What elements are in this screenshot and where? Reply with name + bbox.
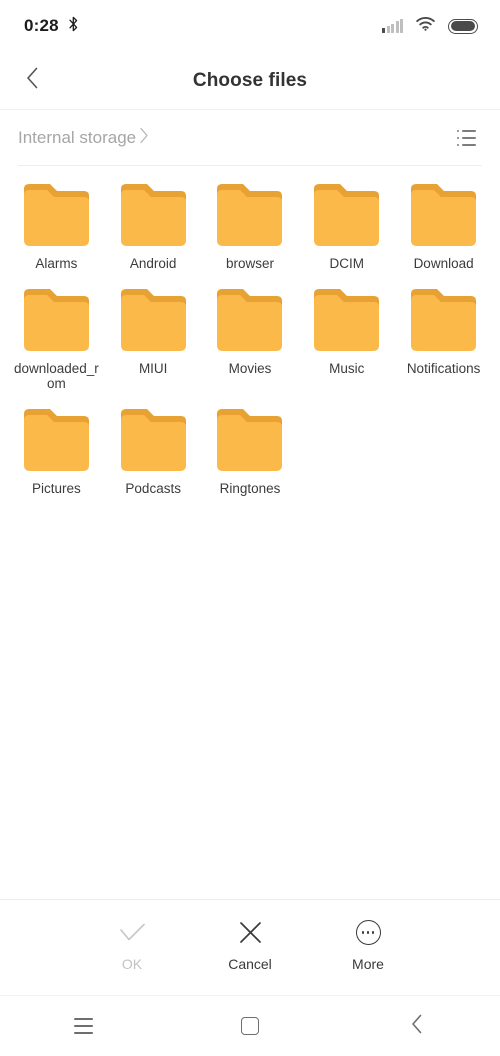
breadcrumb-bar: Internal storage — [0, 109, 500, 166]
menu-recents-icon — [73, 1018, 93, 1034]
back-button[interactable] — [8, 52, 56, 109]
folder-icon — [314, 184, 380, 247]
file-grid-item-label: Music — [329, 361, 365, 376]
action-bar: OK Cancel More — [0, 899, 500, 995]
folder-icon — [217, 409, 283, 472]
folder-icon — [411, 184, 477, 247]
page-title: Choose files — [192, 69, 308, 91]
ok-button[interactable]: OK — [99, 920, 165, 972]
file-grid-item[interactable]: Android — [105, 176, 202, 277]
bluetooth-icon — [68, 16, 79, 37]
cancel-label: Cancel — [228, 955, 272, 972]
status-clock: 0:28 — [24, 16, 59, 35]
file-grid-item[interactable]: Podcasts — [105, 401, 202, 502]
file-grid-item[interactable]: Pictures — [8, 401, 105, 502]
more-label: More — [352, 955, 384, 972]
folder-icon — [217, 184, 283, 247]
file-grid-item[interactable]: Movies — [202, 281, 299, 397]
file-grid-item-label: DCIM — [329, 256, 365, 271]
file-grid-item-label: Pictures — [32, 481, 81, 496]
wifi-icon — [416, 16, 435, 36]
file-grid-item[interactable]: Music — [298, 281, 395, 397]
battery-full-icon — [448, 18, 478, 34]
folder-icon — [120, 409, 186, 472]
breadcrumb-internal-storage[interactable]: Internal storage — [18, 127, 149, 149]
file-grid-item-label: MIUI — [138, 361, 168, 376]
file-grid-item[interactable]: MIUI — [105, 281, 202, 397]
file-grid-item-label: Podcasts — [125, 481, 181, 496]
file-grid-item-label: Movies — [228, 361, 272, 376]
folder-icon — [217, 289, 283, 352]
home-square-icon — [241, 1017, 259, 1035]
file-grid-item[interactable]: downloaded_rom — [8, 281, 105, 397]
nav-recents-button[interactable] — [0, 996, 167, 1056]
folder-icon — [120, 184, 186, 247]
file-grid-item-label: Ringtones — [219, 481, 281, 496]
status-bar-right — [382, 16, 478, 36]
close-x-icon — [239, 920, 262, 946]
file-grid-item[interactable]: Alarms — [8, 176, 105, 277]
more-ellipsis-icon — [355, 920, 381, 946]
status-bar-left: 0:28 — [24, 16, 79, 37]
file-grid-item[interactable]: Ringtones — [202, 401, 299, 502]
folder-icon — [23, 289, 89, 352]
file-grid-item-label: Android — [129, 256, 177, 271]
file-grid: Alarms Android browser DCIM Download download… — [0, 176, 500, 502]
file-grid-item-label: browser — [225, 256, 274, 271]
ok-label: OK — [121, 955, 143, 972]
file-grid-item-label: Notifications — [406, 361, 481, 376]
checkmark-icon — [119, 920, 146, 946]
file-grid-item[interactable]: Notifications — [395, 281, 492, 397]
file-grid-item[interactable]: browser — [202, 176, 299, 277]
breadcrumb-chevron-icon — [139, 127, 149, 149]
folder-icon — [23, 409, 89, 472]
folder-icon — [120, 289, 186, 352]
system-nav-bar — [0, 995, 500, 1056]
file-grid-item[interactable]: DCIM — [298, 176, 395, 277]
cancel-button[interactable]: Cancel — [217, 920, 283, 972]
file-grid-item-label: downloaded_rom — [13, 361, 99, 391]
nav-back-button[interactable] — [333, 996, 500, 1056]
breadcrumb-label: Internal storage — [18, 128, 137, 147]
list-view-icon[interactable] — [453, 126, 481, 151]
file-picker-screen: 0:28 Choose files Internal storage Alarm… — [0, 0, 500, 1056]
file-grid-item-label: Alarms — [35, 256, 78, 271]
back-chevron-icon — [411, 1014, 423, 1039]
back-chevron-icon — [26, 67, 39, 94]
more-button[interactable]: More — [335, 920, 401, 972]
folder-icon — [411, 289, 477, 352]
file-grid-item[interactable]: Download — [395, 176, 492, 277]
signal-bars-icon — [382, 19, 403, 33]
status-bar: 0:28 — [0, 0, 500, 52]
file-grid-area: Alarms Android browser DCIM Download download… — [0, 166, 500, 899]
title-bar: Choose files — [0, 52, 500, 109]
folder-icon — [314, 289, 380, 352]
folder-icon — [23, 184, 89, 247]
nav-home-button[interactable] — [167, 996, 334, 1056]
file-grid-item-label: Download — [413, 256, 474, 271]
